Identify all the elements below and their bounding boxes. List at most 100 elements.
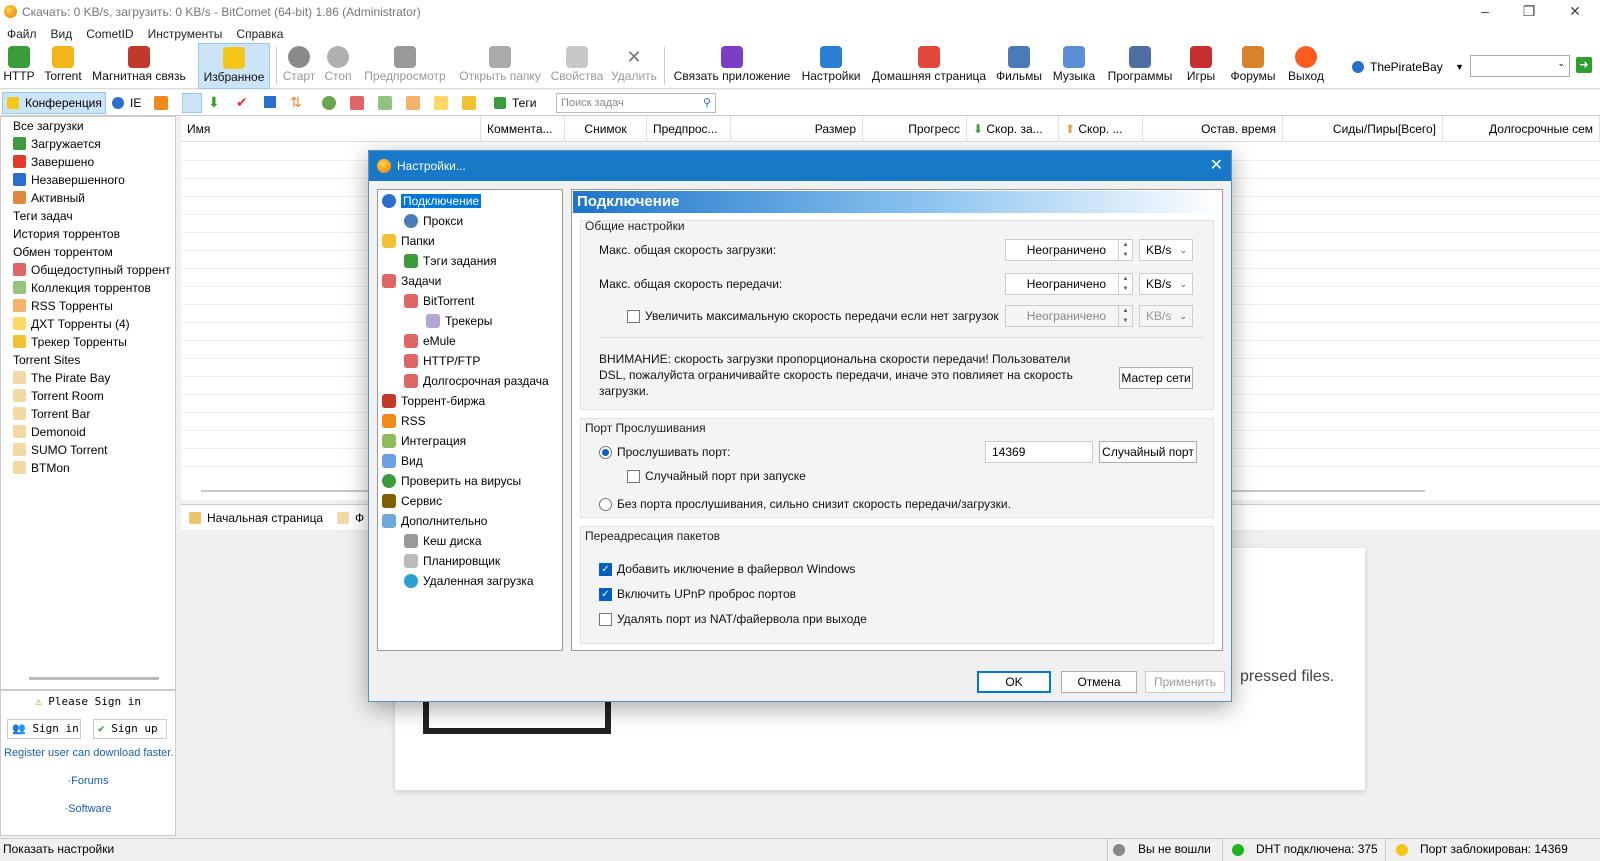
tree-proxy[interactable]: Прокси bbox=[404, 212, 463, 230]
dialog-close-button[interactable]: ✕ bbox=[1210, 151, 1223, 181]
sidebar-item-incomplete[interactable]: Незавершенного bbox=[13, 171, 125, 189]
sidebar-item-history[interactable]: История торрентов bbox=[13, 225, 120, 243]
tree-folders[interactable]: Папки bbox=[382, 232, 435, 250]
firewall-exception-checkbox[interactable]: ✓ bbox=[599, 563, 612, 576]
no-listen-port-radio[interactable] bbox=[599, 498, 612, 511]
sidebar-item-piratebay[interactable]: The Pirate Bay bbox=[13, 369, 110, 387]
music-button[interactable]: Музыка bbox=[1050, 43, 1098, 89]
tab-home-page[interactable]: Начальная страница bbox=[189, 509, 323, 527]
tree-advanced[interactable]: Дополнительно bbox=[382, 512, 487, 530]
rss-torrents-button[interactable] bbox=[406, 96, 420, 110]
sidebar-item-torrentbar[interactable]: Torrent Bar bbox=[13, 405, 90, 423]
column-snapshot[interactable]: Снимок bbox=[565, 116, 647, 142]
tree-view[interactable]: Вид bbox=[382, 452, 423, 470]
column-seeds-peers[interactable]: Сиды/Пиры[Всего] bbox=[1283, 116, 1443, 142]
link-app-button[interactable]: Связать приложение bbox=[672, 43, 792, 89]
tree-disk-cache[interactable]: Кеш диска bbox=[404, 532, 482, 550]
menu-file[interactable]: Файл bbox=[0, 27, 44, 41]
close-button[interactable]: ✕ bbox=[1552, 0, 1598, 24]
open-folder-button[interactable]: Открыть папку bbox=[454, 43, 546, 89]
sidebar-item-public[interactable]: Общедоступный торрент bbox=[13, 261, 171, 279]
tree-long-term-seeding[interactable]: Долгосрочная раздача bbox=[404, 372, 549, 390]
forums-link[interactable]: ·Forums bbox=[1, 775, 175, 787]
sign-up-button[interactable]: ✔ Sign up bbox=[93, 719, 167, 739]
sidebar-item-exchange[interactable]: Обмен торрентом bbox=[13, 243, 113, 261]
properties-button[interactable]: Свойства bbox=[550, 43, 604, 89]
start-button[interactable]: Старт bbox=[281, 43, 317, 89]
rss-icon[interactable] bbox=[154, 96, 168, 110]
menu-tools[interactable]: Инструменты bbox=[141, 27, 230, 41]
tree-virus-check[interactable]: Проверить на вирусы bbox=[382, 472, 521, 490]
boost-upload-spinner[interactable]: Неограничено ▲ ▼ bbox=[1005, 305, 1133, 327]
tree-rss[interactable]: RSS bbox=[382, 412, 426, 430]
sidebar-item-task-tags[interactable]: Теги задач bbox=[13, 207, 73, 225]
upnp-checkbox[interactable]: ✓ bbox=[599, 588, 612, 601]
listen-port-radio[interactable] bbox=[599, 446, 612, 459]
minimize-button[interactable]: – bbox=[1462, 0, 1508, 24]
tree-tasks[interactable]: Задачи bbox=[382, 272, 441, 290]
games-button[interactable]: Игры bbox=[1182, 43, 1220, 89]
public-torrent-button[interactable] bbox=[350, 96, 364, 110]
tree-torrent-exchange[interactable]: Торрент-биржа bbox=[382, 392, 485, 410]
tab-f[interactable]: Ф bbox=[337, 509, 364, 527]
incomplete-filter-button[interactable] bbox=[264, 96, 276, 108]
tree-trackers[interactable]: Трекеры bbox=[426, 312, 492, 330]
tree-task-tags[interactable]: Тэги задания bbox=[404, 252, 497, 270]
go-search-button[interactable]: ➜ bbox=[1576, 57, 1592, 73]
refresh-button[interactable] bbox=[322, 96, 336, 110]
software-link[interactable]: ·Software bbox=[1, 803, 175, 815]
sidebar-item-downloading[interactable]: Загружается bbox=[13, 135, 101, 153]
max-upload-unit-select[interactable]: KB/s ⌄ bbox=[1139, 273, 1193, 295]
tree-http-ftp[interactable]: HTTP/FTP bbox=[404, 352, 480, 370]
apply-button[interactable]: Применить bbox=[1145, 671, 1225, 693]
register-link[interactable]: Register user can download faster. bbox=[4, 747, 176, 759]
cancel-button[interactable]: Отмена bbox=[1061, 671, 1137, 693]
max-download-unit-select[interactable]: KB/s ⌄ bbox=[1139, 239, 1193, 261]
tree-bittorrent[interactable]: BitTorrent bbox=[404, 292, 474, 310]
menu-view[interactable]: Вид bbox=[44, 27, 80, 41]
sidebar-item-torrentroom[interactable]: Torrent Room bbox=[13, 387, 104, 405]
search-input[interactable]: ⌄ bbox=[1470, 55, 1570, 77]
max-upload-spinner[interactable]: Неограничено ▲ ▼ bbox=[1005, 273, 1133, 295]
spinner-arrows-icon[interactable]: ▲ ▼ bbox=[1118, 274, 1132, 294]
new-task-button[interactable] bbox=[182, 93, 202, 113]
download-filter-button[interactable]: ⬇ bbox=[208, 94, 220, 111]
home-page-button[interactable]: Домашняя страница bbox=[870, 43, 988, 89]
boost-upload-unit-select[interactable]: KB/s ⌄ bbox=[1139, 305, 1193, 327]
sidebar-item-collection[interactable]: Коллекция торрентов bbox=[13, 279, 151, 297]
menu-cometid[interactable]: CometID bbox=[79, 27, 140, 41]
tree-integration[interactable]: Интеграция bbox=[382, 432, 466, 450]
tree-remote-download[interactable]: Удаленная загрузка bbox=[404, 572, 534, 590]
column-progress[interactable]: Прогресс bbox=[863, 116, 967, 142]
max-download-spinner[interactable]: Неограничено ▲ ▼ bbox=[1005, 239, 1133, 261]
dht-button[interactable] bbox=[434, 96, 448, 110]
column-time-left[interactable]: Остав. время bbox=[1143, 116, 1283, 142]
sidebar-item-completed[interactable]: Завершено bbox=[13, 153, 94, 171]
preview-button[interactable]: Предпросмотр bbox=[360, 43, 450, 89]
column-long-term[interactable]: Долгосрочные сем bbox=[1443, 116, 1600, 142]
sidebar-item-tracker[interactable]: Трекер Торренты bbox=[13, 333, 127, 351]
favorites-button[interactable]: Избранное bbox=[198, 43, 270, 89]
sidebar-item-sumo[interactable]: SUMO Torrent bbox=[13, 441, 107, 459]
menu-help[interactable]: Справка bbox=[229, 27, 290, 41]
delete-button[interactable]: ✕ Удалить bbox=[608, 43, 660, 89]
tree-service[interactable]: Сервис bbox=[382, 492, 442, 510]
sidebar-scrollbar[interactable] bbox=[29, 677, 159, 680]
column-comment[interactable]: Коммента... bbox=[481, 116, 565, 142]
port-input[interactable]: 14369 bbox=[985, 441, 1093, 463]
exit-button[interactable]: Выход bbox=[1284, 43, 1328, 89]
sidebar-item-dht[interactable]: ДХТ Торренты (4) bbox=[13, 315, 130, 333]
sidebar-item-active[interactable]: Активный bbox=[13, 189, 85, 207]
tab-conference[interactable]: Конференция bbox=[2, 92, 106, 114]
spinner-arrows-icon[interactable]: ▲ ▼ bbox=[1118, 306, 1132, 326]
tab-ie[interactable]: IE bbox=[112, 96, 141, 110]
programs-button[interactable]: Программы bbox=[1104, 43, 1176, 89]
movies-button[interactable]: Фильмы bbox=[994, 43, 1044, 89]
forums-button[interactable]: Форумы bbox=[1226, 43, 1280, 89]
random-port-on-start-checkbox[interactable] bbox=[627, 470, 640, 483]
sign-in-button[interactable]: 👥 Sign in bbox=[7, 719, 81, 739]
task-search-input[interactable]: Поиск задач ⚲ bbox=[556, 93, 716, 113]
remove-port-checkbox[interactable] bbox=[599, 613, 612, 626]
ok-button[interactable]: OK bbox=[977, 671, 1051, 693]
boost-upload-checkbox[interactable] bbox=[627, 310, 640, 323]
